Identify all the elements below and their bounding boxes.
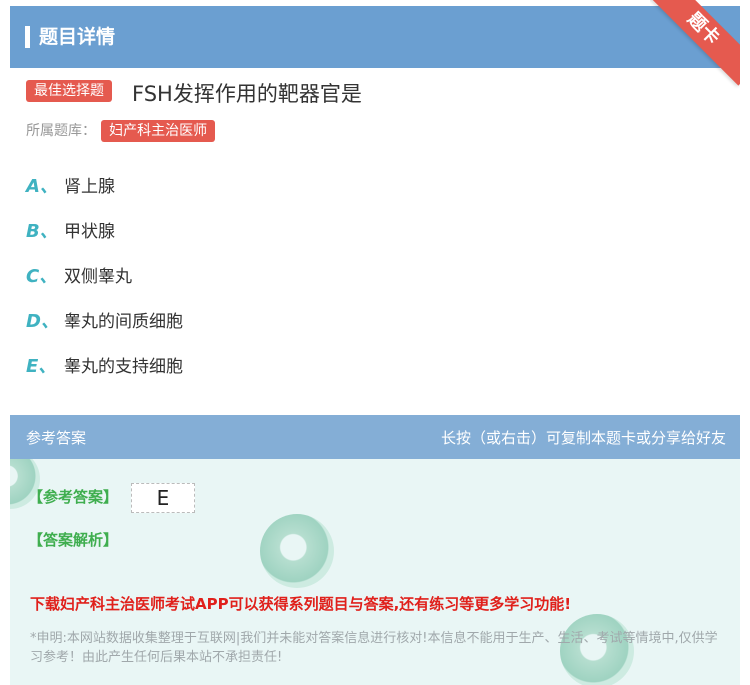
option-text: 甲状腺	[64, 222, 115, 242]
question-type-tag: 最佳选择题	[26, 80, 112, 102]
question-bank-row: 所属题库： 妇产科主治医师	[26, 120, 216, 146]
option-text: 双侧睾丸	[64, 267, 132, 287]
answer-label: 【参考答案】	[28, 488, 119, 506]
answer-section-header: 参考答案 长按（或右击）可复制本题卡或分享给好友	[10, 415, 740, 459]
question-row: 最佳选择题 FSH发挥作用的靶器官是	[26, 80, 362, 110]
answer-section-title: 参考答案	[26, 429, 87, 447]
option-c[interactable]: C、 双侧睾丸	[26, 262, 183, 307]
answer-value: E	[131, 483, 195, 513]
option-letter: E、	[26, 356, 57, 377]
corner-ribbon: 题卡	[650, 0, 740, 90]
question-text: FSH发挥作用的靶器官是	[132, 82, 362, 106]
app-promo-text[interactable]: 下载妇产科主治医师考试APP可以获得系列题目与答案,还有练习等更多学习功能!	[30, 593, 571, 614]
ribbon-label: 题卡	[650, 0, 740, 86]
option-d[interactable]: D、 睾丸的间质细胞	[26, 307, 183, 352]
option-letter: C、	[26, 266, 58, 287]
option-text: 肾上腺	[64, 177, 115, 197]
option-letter: B、	[26, 221, 58, 242]
option-text: 睾丸的间质细胞	[64, 312, 183, 332]
option-text: 睾丸的支持细胞	[64, 357, 183, 377]
explanation-label: 【答案解析】	[28, 531, 119, 549]
option-letter: A、	[26, 176, 58, 197]
options-list: A、 肾上腺 B、 甲状腺 C、 双侧睾丸 D、 睾丸的间质细胞 E、 睾丸的支…	[26, 172, 183, 397]
answer-section-body: 【参考答案】 E 【答案解析】 下载妇产科主治医师考试APP可以获得系列题目与答…	[10, 459, 740, 685]
page-title: 题目详情	[39, 26, 116, 48]
card-header: 题目详情	[10, 6, 740, 68]
disclaimer-text: *申明:本网站数据收集整理于互联网|我们并未能对答案信息进行核对!本信息不能用于…	[30, 631, 718, 665]
option-e[interactable]: E、 睾丸的支持细胞	[26, 352, 183, 397]
question-card: 题目详情 题卡 最佳选择题 FSH发挥作用的靶器官是 所属题库： 妇产科主治医师…	[10, 0, 740, 685]
option-a[interactable]: A、 肾上腺	[26, 172, 183, 217]
option-letter: D、	[26, 311, 59, 332]
bank-name-tag[interactable]: 妇产科主治医师	[101, 120, 216, 142]
copy-hint: 长按（或右击）可复制本题卡或分享给好友	[440, 429, 726, 447]
option-b[interactable]: B、 甲状腺	[26, 217, 183, 262]
header-accent-bar	[25, 26, 30, 48]
watermark-logo-icon	[260, 514, 334, 588]
bank-label: 所属题库：	[26, 123, 96, 139]
